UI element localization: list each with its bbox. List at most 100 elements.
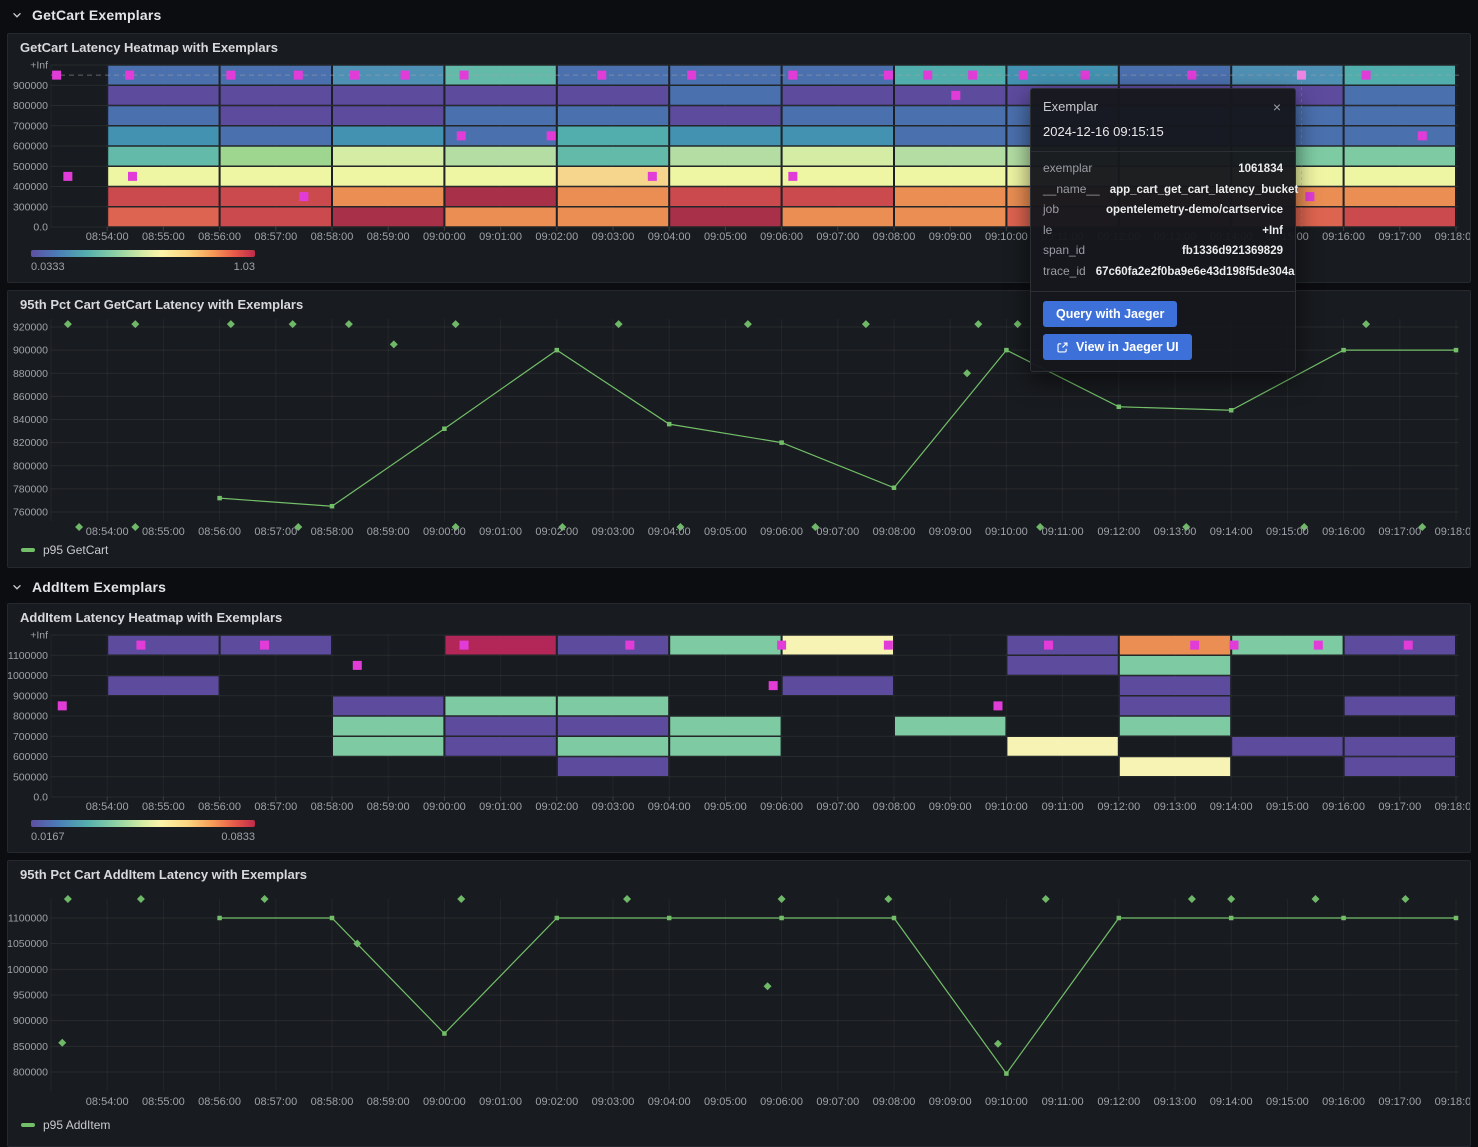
svg-text:800000: 800000 <box>13 100 48 112</box>
svg-text:08:54:00: 08:54:00 <box>86 231 129 243</box>
svg-text:08:59:00: 08:59:00 <box>367 801 410 813</box>
panel-title: AddItem Latency Heatmap with Exemplars <box>20 610 282 625</box>
svg-text:400000: 400000 <box>13 181 48 193</box>
svg-text:08:56:00: 08:56:00 <box>198 801 241 813</box>
svg-text:09:15:00: 09:15:00 <box>1266 1096 1309 1108</box>
svg-text:09:05:00: 09:05:00 <box>704 1096 747 1108</box>
field-value: 67c60fa2e2f0ba9e6e43d198f5de304a <box>1096 263 1295 283</box>
svg-text:920000: 920000 <box>13 322 48 334</box>
scale-min: 0.0167 <box>31 831 65 843</box>
svg-text:08:56:00: 08:56:00 <box>198 231 241 243</box>
svg-text:09:10:00: 09:10:00 <box>985 526 1028 538</box>
svg-text:08:55:00: 08:55:00 <box>142 231 185 243</box>
svg-text:09:15:00: 09:15:00 <box>1266 801 1309 813</box>
field-key: span_id <box>1043 241 1085 261</box>
svg-text:+Inf: +Inf <box>30 630 48 642</box>
legend-p95-additem[interactable]: p95 AddItem <box>21 1118 110 1132</box>
svg-text:09:00:00: 09:00:00 <box>423 526 466 538</box>
svg-text:09:04:00: 09:04:00 <box>648 526 691 538</box>
section-title: AddItem Exemplars <box>32 579 166 595</box>
svg-text:09:02:00: 09:02:00 <box>535 1096 578 1108</box>
legend-p95-getcart[interactable]: p95 GetCart <box>21 543 108 557</box>
svg-text:09:09:00: 09:09:00 <box>929 526 972 538</box>
svg-text:600000: 600000 <box>13 141 48 153</box>
svg-text:09:01:00: 09:01:00 <box>479 801 522 813</box>
additem-p95-canvas[interactable]: 1100000105000010000009500009000008500008… <box>8 861 1470 1146</box>
svg-text:09:11:00: 09:11:00 <box>1042 801 1084 813</box>
section-title: GetCart Exemplars <box>32 7 161 23</box>
chevron-down-icon <box>10 580 24 594</box>
svg-text:900000: 900000 <box>13 690 48 702</box>
field-value: +Inf <box>1262 222 1283 242</box>
chevron-down-icon <box>10 8 24 22</box>
svg-text:1050000: 1050000 <box>8 938 48 950</box>
svg-text:09:02:00: 09:02:00 <box>535 801 578 813</box>
svg-text:08:55:00: 08:55:00 <box>142 1096 185 1108</box>
field-value: app_cart_get_cart_latency_bucket <box>1110 181 1299 201</box>
svg-text:500000: 500000 <box>13 161 48 173</box>
svg-text:09:18:00: 09:18:00 <box>1435 801 1470 813</box>
svg-text:09:14:00: 09:14:00 <box>1210 1096 1253 1108</box>
svg-text:300000: 300000 <box>13 201 48 213</box>
svg-text:08:59:00: 08:59:00 <box>367 1096 410 1108</box>
query-with-jaeger-button[interactable]: Query with Jaeger <box>1043 301 1177 327</box>
svg-text:08:56:00: 08:56:00 <box>198 1096 241 1108</box>
svg-text:08:57:00: 08:57:00 <box>254 1096 297 1108</box>
svg-text:09:11:00: 09:11:00 <box>1042 526 1084 538</box>
close-icon[interactable]: × <box>1271 99 1283 115</box>
svg-text:09:13:00: 09:13:00 <box>1154 801 1197 813</box>
panel-title: GetCart Latency Heatmap with Exemplars <box>20 40 278 55</box>
svg-text:09:01:00: 09:01:00 <box>479 526 522 538</box>
field-key: job <box>1043 200 1059 220</box>
scale-max: 0.0833 <box>221 831 255 843</box>
svg-text:880000: 880000 <box>13 368 48 380</box>
svg-text:08:59:00: 08:59:00 <box>367 231 410 243</box>
field-key: exemplar <box>1043 159 1092 179</box>
color-gradient-bar <box>31 820 255 827</box>
field-key: le <box>1043 221 1052 241</box>
color-gradient-bar <box>31 250 255 257</box>
svg-text:08:58:00: 08:58:00 <box>311 526 354 538</box>
tooltip-title: Exemplar <box>1043 99 1098 114</box>
svg-text:09:11:00: 09:11:00 <box>1042 1096 1084 1108</box>
svg-text:09:17:00: 09:17:00 <box>1378 801 1421 813</box>
svg-text:1000000: 1000000 <box>8 670 48 682</box>
series-color-swatch <box>21 548 35 552</box>
svg-text:08:54:00: 08:54:00 <box>86 801 129 813</box>
svg-text:500000: 500000 <box>13 771 48 783</box>
svg-text:09:17:00: 09:17:00 <box>1378 231 1421 243</box>
svg-text:09:04:00: 09:04:00 <box>648 1096 691 1108</box>
tooltip-field-row: __name__ app_cart_get_cart_latency_bucke… <box>1043 180 1283 201</box>
svg-text:09:09:00: 09:09:00 <box>929 801 972 813</box>
svg-text:09:08:00: 09:08:00 <box>873 801 916 813</box>
svg-text:09:16:00: 09:16:00 <box>1322 526 1365 538</box>
svg-text:08:56:00: 08:56:00 <box>198 526 241 538</box>
svg-text:09:17:00: 09:17:00 <box>1378 1096 1421 1108</box>
svg-text:08:57:00: 08:57:00 <box>254 801 297 813</box>
svg-text:900000: 900000 <box>13 345 48 357</box>
svg-text:09:06:00: 09:06:00 <box>760 801 803 813</box>
svg-text:950000: 950000 <box>13 990 48 1002</box>
svg-text:09:09:00: 09:09:00 <box>929 231 972 243</box>
tooltip-fields: exemplar 1061834 __name__ app_cart_get_c… <box>1031 151 1295 291</box>
svg-text:860000: 860000 <box>13 391 48 403</box>
svg-text:08:58:00: 08:58:00 <box>311 1096 354 1108</box>
svg-text:09:14:00: 09:14:00 <box>1210 801 1253 813</box>
section-header-additem[interactable]: AddItem Exemplars <box>0 572 1478 602</box>
legend-label: p95 AddItem <box>43 1118 110 1132</box>
section-header-getcart[interactable]: GetCart Exemplars <box>0 0 1478 30</box>
svg-text:780000: 780000 <box>13 483 48 495</box>
svg-text:0.0: 0.0 <box>33 792 48 804</box>
additem-heatmap-canvas[interactable]: +Inf110000010000009000008000007000006000… <box>8 604 1470 852</box>
svg-text:09:10:00: 09:10:00 <box>985 231 1028 243</box>
svg-text:820000: 820000 <box>13 437 48 449</box>
view-in-jaeger-button[interactable]: View in Jaeger UI <box>1043 334 1192 360</box>
external-link-icon <box>1056 341 1069 354</box>
svg-text:09:16:00: 09:16:00 <box>1322 801 1365 813</box>
svg-text:09:18:00: 09:18:00 <box>1435 526 1470 538</box>
tooltip-field-row: le +Inf <box>1043 221 1283 242</box>
svg-text:09:04:00: 09:04:00 <box>648 801 691 813</box>
svg-text:09:05:00: 09:05:00 <box>704 231 747 243</box>
svg-text:09:00:00: 09:00:00 <box>423 231 466 243</box>
svg-text:09:01:00: 09:01:00 <box>479 1096 522 1108</box>
